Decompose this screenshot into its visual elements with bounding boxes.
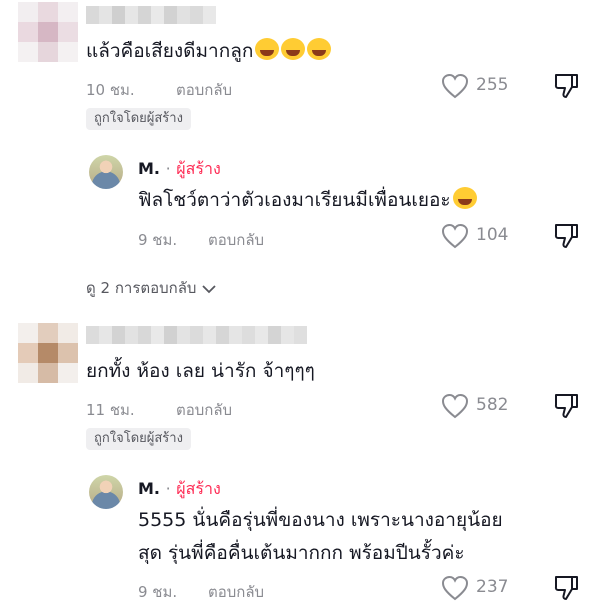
laughing-emoji-icon <box>281 38 306 60</box>
reply-text-line-1: 5555 นั่นคือรุ่นพี่ของนาง เพราะนางอายุน้… <box>138 509 503 531</box>
heart-outline-icon[interactable] <box>441 393 469 419</box>
avatar-blurred[interactable] <box>18 323 78 383</box>
username-blurred[interactable] <box>86 326 307 344</box>
reply-button[interactable]: ตอบกลับ <box>208 228 264 252</box>
reply-text: ฟิลโชว์ตาว่าตัวเองมาเรียนมีเพื่อนเยอะ <box>138 187 477 213</box>
comment-time: 11 ชม. <box>86 401 135 419</box>
comment-text: ยกทั้ง ห้อง เลย น่ารัก จ้าๆๆๆ <box>86 360 315 382</box>
creator-avatar[interactable] <box>89 155 123 189</box>
reply-author[interactable]: M. · ผู้สร้าง <box>138 157 221 182</box>
username-blurred[interactable] <box>86 6 216 24</box>
thumbs-down-icon[interactable] <box>553 392 579 420</box>
avatar-blurred[interactable] <box>18 2 78 62</box>
heart-outline-icon[interactable] <box>441 223 469 249</box>
laughing-emoji-icon <box>452 187 477 209</box>
heart-outline-icon[interactable] <box>441 73 469 99</box>
reply-time: 9 ชม. <box>138 231 178 249</box>
creator-avatar[interactable] <box>89 475 123 509</box>
thumbs-down-icon[interactable] <box>553 222 579 250</box>
reply-button[interactable]: ตอบกลับ <box>176 398 232 422</box>
reply-author[interactable]: M. · ผู้สร้าง <box>138 477 221 502</box>
laughing-emoji-icon <box>307 38 332 60</box>
creator-label: ผู้สร้าง <box>176 159 221 178</box>
liked-by-creator-badge: ถูกใจโดยผู้สร้าง <box>86 108 191 130</box>
laughing-emoji-icon <box>255 38 280 60</box>
like-count: 237 <box>476 577 509 597</box>
comment-text: แล้วคือเสียงดีมากลูก <box>86 38 332 64</box>
reply-button[interactable]: ตอบกลับ <box>176 78 232 102</box>
view-more-replies[interactable]: ดู 2 การตอบกลับ <box>86 276 217 300</box>
heart-outline-icon[interactable] <box>441 575 469 601</box>
like-count: 255 <box>476 75 509 95</box>
thumbs-down-icon[interactable] <box>553 574 579 602</box>
like-count: 582 <box>476 395 509 415</box>
reply-text-line-2: สุด รุ่นพี่คือคื่นเต้นมากกก พร้อมปีนรั้ว… <box>138 542 465 564</box>
reply-button[interactable]: ตอบกลับ <box>208 580 264 604</box>
liked-by-creator-badge: ถูกใจโดยผู้สร้าง <box>86 428 191 450</box>
thumbs-down-icon[interactable] <box>553 72 579 100</box>
comment-time: 10 ชม. <box>86 81 135 99</box>
like-count: 104 <box>476 225 509 245</box>
creator-label: ผู้สร้าง <box>176 479 221 498</box>
chevron-down-icon <box>201 283 217 295</box>
reply-time: 9 ชม. <box>138 583 178 601</box>
